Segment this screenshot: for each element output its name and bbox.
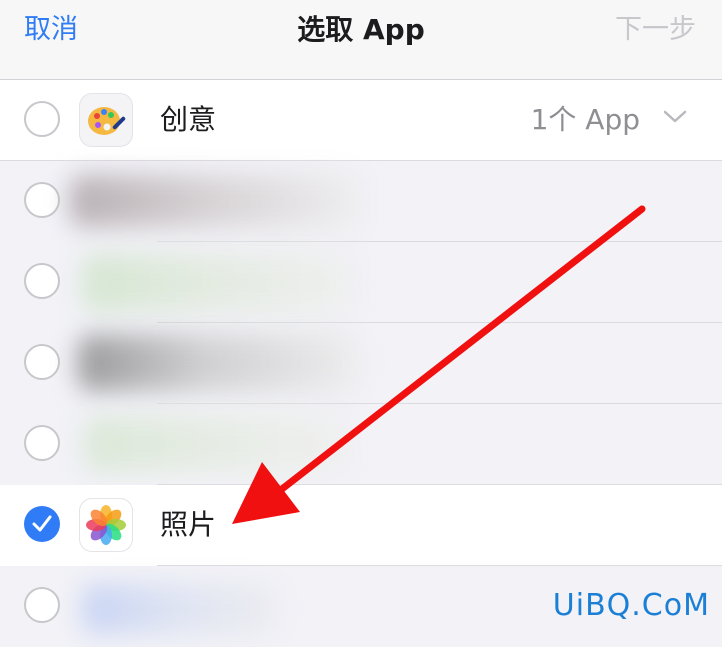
list-item-creativity[interactable]: 创意 1个 App <box>0 80 722 161</box>
list-item-photos[interactable]: 照片 <box>0 485 722 566</box>
selection-radio[interactable] <box>24 101 60 137</box>
checkmark-icon <box>32 515 52 532</box>
selection-radio-checked[interactable] <box>24 506 60 542</box>
list-item[interactable] <box>0 323 722 404</box>
selection-radio[interactable] <box>24 182 60 218</box>
selection-radio[interactable] <box>24 587 60 623</box>
next-step-button[interactable]: 下一步 <box>615 12 696 48</box>
row-label: 照片 <box>160 508 217 541</box>
chevron-down-icon[interactable] <box>662 109 688 125</box>
watermark: UiBQ.CoM <box>552 588 710 623</box>
selection-radio[interactable] <box>24 425 60 461</box>
row-label: 创意 <box>160 103 217 136</box>
redacted-content <box>82 584 278 634</box>
list-item[interactable] <box>0 242 722 323</box>
app-count: 1个 App <box>530 103 640 136</box>
redacted-content <box>82 254 352 312</box>
selection-radio[interactable] <box>24 263 60 299</box>
redacted-content <box>84 416 344 472</box>
redacted-content <box>78 335 358 391</box>
selection-radio[interactable] <box>24 344 60 380</box>
list-item[interactable] <box>0 404 722 485</box>
photos-icon <box>80 499 132 551</box>
page-title: 选取 App <box>297 13 425 46</box>
redacted-content <box>70 175 360 227</box>
navigation-bar: 取消 选取 App 下一步 <box>0 0 722 80</box>
palette-icon <box>80 94 132 146</box>
list-item[interactable] <box>0 161 722 242</box>
